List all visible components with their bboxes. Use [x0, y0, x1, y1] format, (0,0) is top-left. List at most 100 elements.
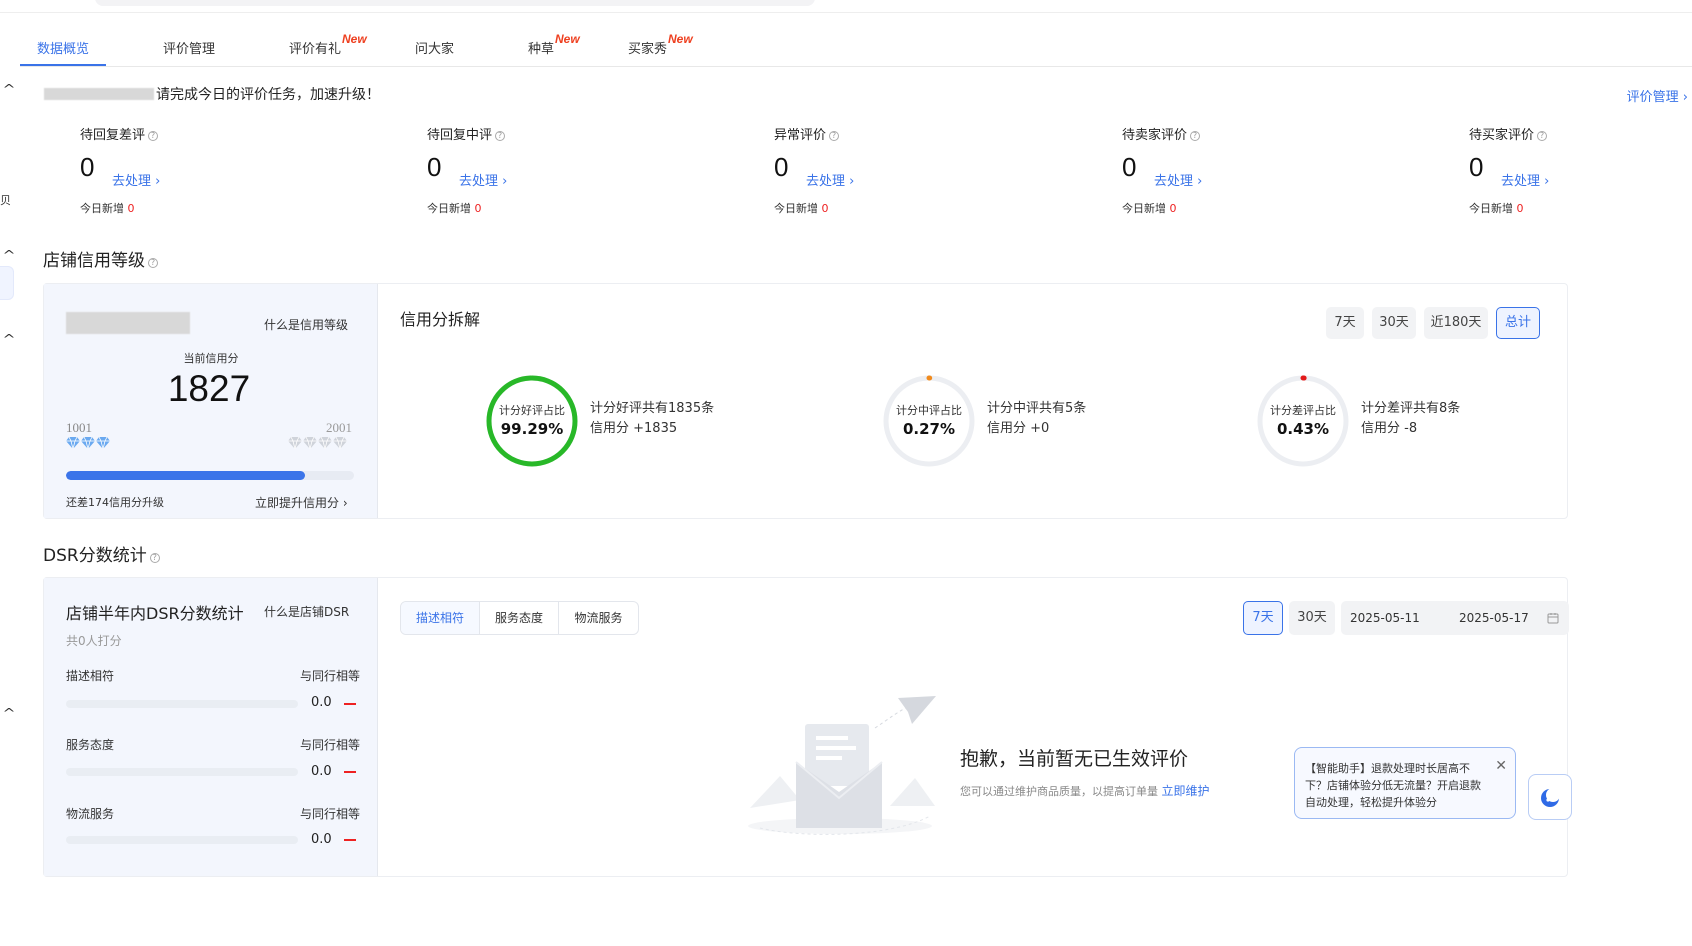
negative-review-desc: 计分差评共有8条 信用分 -8	[1361, 401, 1461, 436]
review-management-link[interactable]: 评价管理 ›	[1627, 86, 1688, 105]
collapse-caret-icon[interactable]: ^	[2, 82, 15, 96]
ring-label: 计分好评占比	[499, 404, 565, 417]
period-180d-button[interactable]: 近180天	[1424, 307, 1488, 339]
help-icon[interactable]: ?	[148, 258, 158, 268]
dsr-row-peer: 与同行相等	[300, 738, 361, 752]
tab-ask-everyone[interactable]: 问大家	[415, 38, 454, 57]
new-badge: New	[668, 32, 693, 46]
upgrade-gap-text: 还差174信用分升级	[66, 496, 164, 509]
dsr-row-bar	[66, 768, 298, 776]
collapse-caret-icon[interactable]: ^	[2, 706, 15, 720]
top-bar	[0, 0, 1692, 13]
stat-pending-negative: 待回复差评? 0 去处理 › 今日新增 0	[80, 124, 330, 220]
segment-service[interactable]: 服务态度	[480, 602, 559, 634]
stat-title: 待卖家评价	[1122, 128, 1188, 143]
good-review-desc: 计分好评共有1835条 信用分 +1835	[590, 401, 715, 436]
improve-credit-link[interactable]: 立即提升信用分 ›	[255, 494, 348, 511]
stat-pending-neutral: 待回复中评? 0 去处理 › 今日新增 0	[427, 124, 677, 220]
today-new: 今日新增 0	[1122, 202, 1177, 215]
task-prompt: 请完成今日的评价任务，加速升级！	[156, 87, 380, 103]
dsr-period-7d-button[interactable]: 7天	[1243, 601, 1283, 635]
period-total-button[interactable]: 总计	[1496, 307, 1540, 339]
dsr-row-value: 0.0	[311, 695, 332, 710]
tab-buyer-show[interactable]: 买家秀 New	[628, 32, 693, 57]
date-range-picker[interactable]: 2025-05-11 2025-05-17	[1341, 601, 1569, 635]
go-handle-link[interactable]: 去处理 ›	[459, 170, 507, 189]
go-handle-link[interactable]: 去处理 ›	[806, 170, 854, 189]
dsr-section-title: DSR分数统计?	[43, 541, 160, 566]
next-level-diamonds	[288, 436, 348, 453]
credit-progress-bar	[66, 471, 354, 480]
credit-section-title: 店铺信用等级?	[43, 246, 158, 271]
ring-label: 计分中评占比	[896, 404, 962, 417]
period-30d-button[interactable]: 30天	[1372, 307, 1416, 339]
assistant-text: 【智能助手】退款处理时长居高不下？店铺体验分低无流量？开启退款自动处理，轻松提升…	[1305, 762, 1481, 809]
dsr-trend-dash	[344, 839, 356, 841]
stat-title: 待买家评价	[1469, 128, 1535, 143]
assistant-float-button[interactable]	[1528, 774, 1572, 820]
dsr-row-label: 描述相符	[66, 669, 115, 683]
close-icon[interactable]: ✕	[1495, 758, 1507, 775]
stat-abnormal: 异常评价? 0 去处理 › 今日新增 0	[774, 124, 1024, 220]
go-handle-link[interactable]: 去处理 ›	[112, 170, 160, 189]
dsr-card-title: 店铺半年内DSR分数统计	[66, 604, 244, 623]
segment-logistics[interactable]: 物流服务	[559, 602, 638, 634]
neutral-review-desc: 计分中评共有5条 信用分 +0	[987, 401, 1087, 436]
active-tab-underline	[20, 64, 106, 66]
good-review-ring: 计分好评占比 99.29%	[485, 374, 579, 468]
new-badge: New	[342, 32, 367, 46]
rail-active-marker[interactable]	[0, 266, 14, 300]
collapse-caret-icon[interactable]: ^	[2, 248, 15, 262]
smart-assistant-tip[interactable]: 【智能助手】退款处理时长居高不下？店铺体验分低无流量？开启退款自动处理，轻松提升…	[1294, 747, 1516, 819]
today-new: 今日新增 0	[1469, 202, 1524, 215]
tab-review-gift[interactable]: 评价有礼 New	[289, 32, 367, 57]
help-icon[interactable]: ?	[148, 131, 159, 141]
stat-value: 0	[774, 152, 789, 182]
go-handle-link[interactable]: 去处理 ›	[1154, 170, 1202, 189]
stat-pending-seller: 待卖家评价? 0 去处理 › 今日新增 0	[1122, 124, 1372, 220]
dsr-row-label: 物流服务	[66, 807, 115, 821]
today-new: 今日新增 0	[80, 202, 135, 215]
help-icon[interactable]: ?	[495, 131, 506, 141]
blurred-shop-name	[44, 88, 154, 100]
new-badge: New	[555, 32, 580, 46]
blurred-credit-badge	[66, 312, 190, 334]
search-bar[interactable]	[95, 0, 815, 6]
ring-percent: 99.29%	[500, 420, 564, 438]
tab-seeding[interactable]: 种草 New	[528, 32, 580, 57]
calendar-icon[interactable]	[1547, 612, 1559, 624]
help-icon[interactable]: ?	[829, 131, 840, 141]
maintain-now-link[interactable]: 立即维护	[1162, 784, 1210, 798]
period-7d-button[interactable]: 7天	[1326, 307, 1364, 339]
what-is-credit-link[interactable]: 什么是信用等级	[264, 316, 348, 333]
dsr-segment-control: 描述相符 服务态度 物流服务	[400, 601, 639, 635]
tab-review-management[interactable]: 评价管理	[163, 38, 215, 57]
what-is-dsr-link[interactable]: 什么是店铺DSR	[264, 603, 349, 620]
dsr-row-peer: 与同行相等	[300, 669, 361, 683]
dsr-period-30d-button[interactable]: 30天	[1289, 601, 1335, 635]
empty-state-desc: 您可以通过维护商品质量，以提高订单量 立即维护	[960, 784, 1210, 798]
dsr-row-bar	[66, 836, 298, 844]
left-rail: ^ 贝 ^ ^ ^	[0, 70, 16, 946]
help-icon[interactable]: ?	[149, 553, 160, 563]
current-credit-label: 当前信用分	[183, 352, 239, 365]
breakdown-title: 信用分拆解	[400, 310, 481, 329]
segment-description[interactable]: 描述相符	[401, 602, 480, 634]
diamond-icon	[333, 436, 347, 450]
help-icon[interactable]: ?	[1190, 131, 1201, 141]
help-icon[interactable]: ?	[1537, 131, 1548, 141]
dsr-row-peer: 与同行相等	[300, 807, 361, 821]
tab-overview[interactable]: 数据概览	[37, 38, 89, 57]
go-handle-link[interactable]: 去处理 ›	[1501, 170, 1549, 189]
current-level-diamonds	[66, 436, 111, 453]
date-end: 2025-05-17	[1459, 611, 1529, 625]
dsr-row-value: 0.0	[311, 832, 332, 847]
stat-value: 0	[1122, 152, 1137, 182]
diamond-icon	[303, 436, 317, 450]
stat-value: 0	[1469, 152, 1484, 182]
collapse-caret-icon[interactable]: ^	[2, 332, 15, 346]
assistant-moon-icon	[1541, 788, 1560, 807]
main-tabs: 数据概览 评价管理 评价有礼 New 问大家 种草 New 买家秀 New	[20, 28, 1692, 67]
dsr-row-bar	[66, 700, 298, 708]
dsr-trend-dash	[344, 703, 356, 705]
